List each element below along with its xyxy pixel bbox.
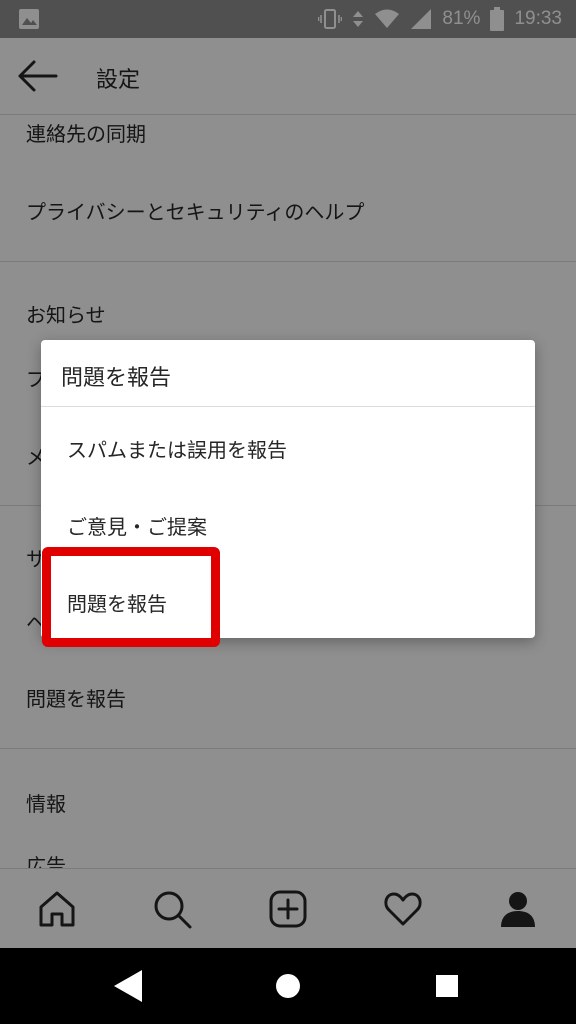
back-triangle-icon[interactable] (112, 968, 144, 1004)
system-nav-bar (0, 948, 576, 1024)
highlight-box (42, 547, 220, 647)
recents-square-icon[interactable] (436, 975, 458, 997)
home-circle-icon[interactable] (275, 973, 301, 999)
dialog-title: 問題を報告 (61, 366, 172, 391)
report-spam-option[interactable]: スパムまたは誤用を報告 (67, 434, 287, 463)
feedback-option[interactable]: ご意見・ご提案 (67, 511, 207, 540)
dialog-divider (41, 406, 535, 407)
